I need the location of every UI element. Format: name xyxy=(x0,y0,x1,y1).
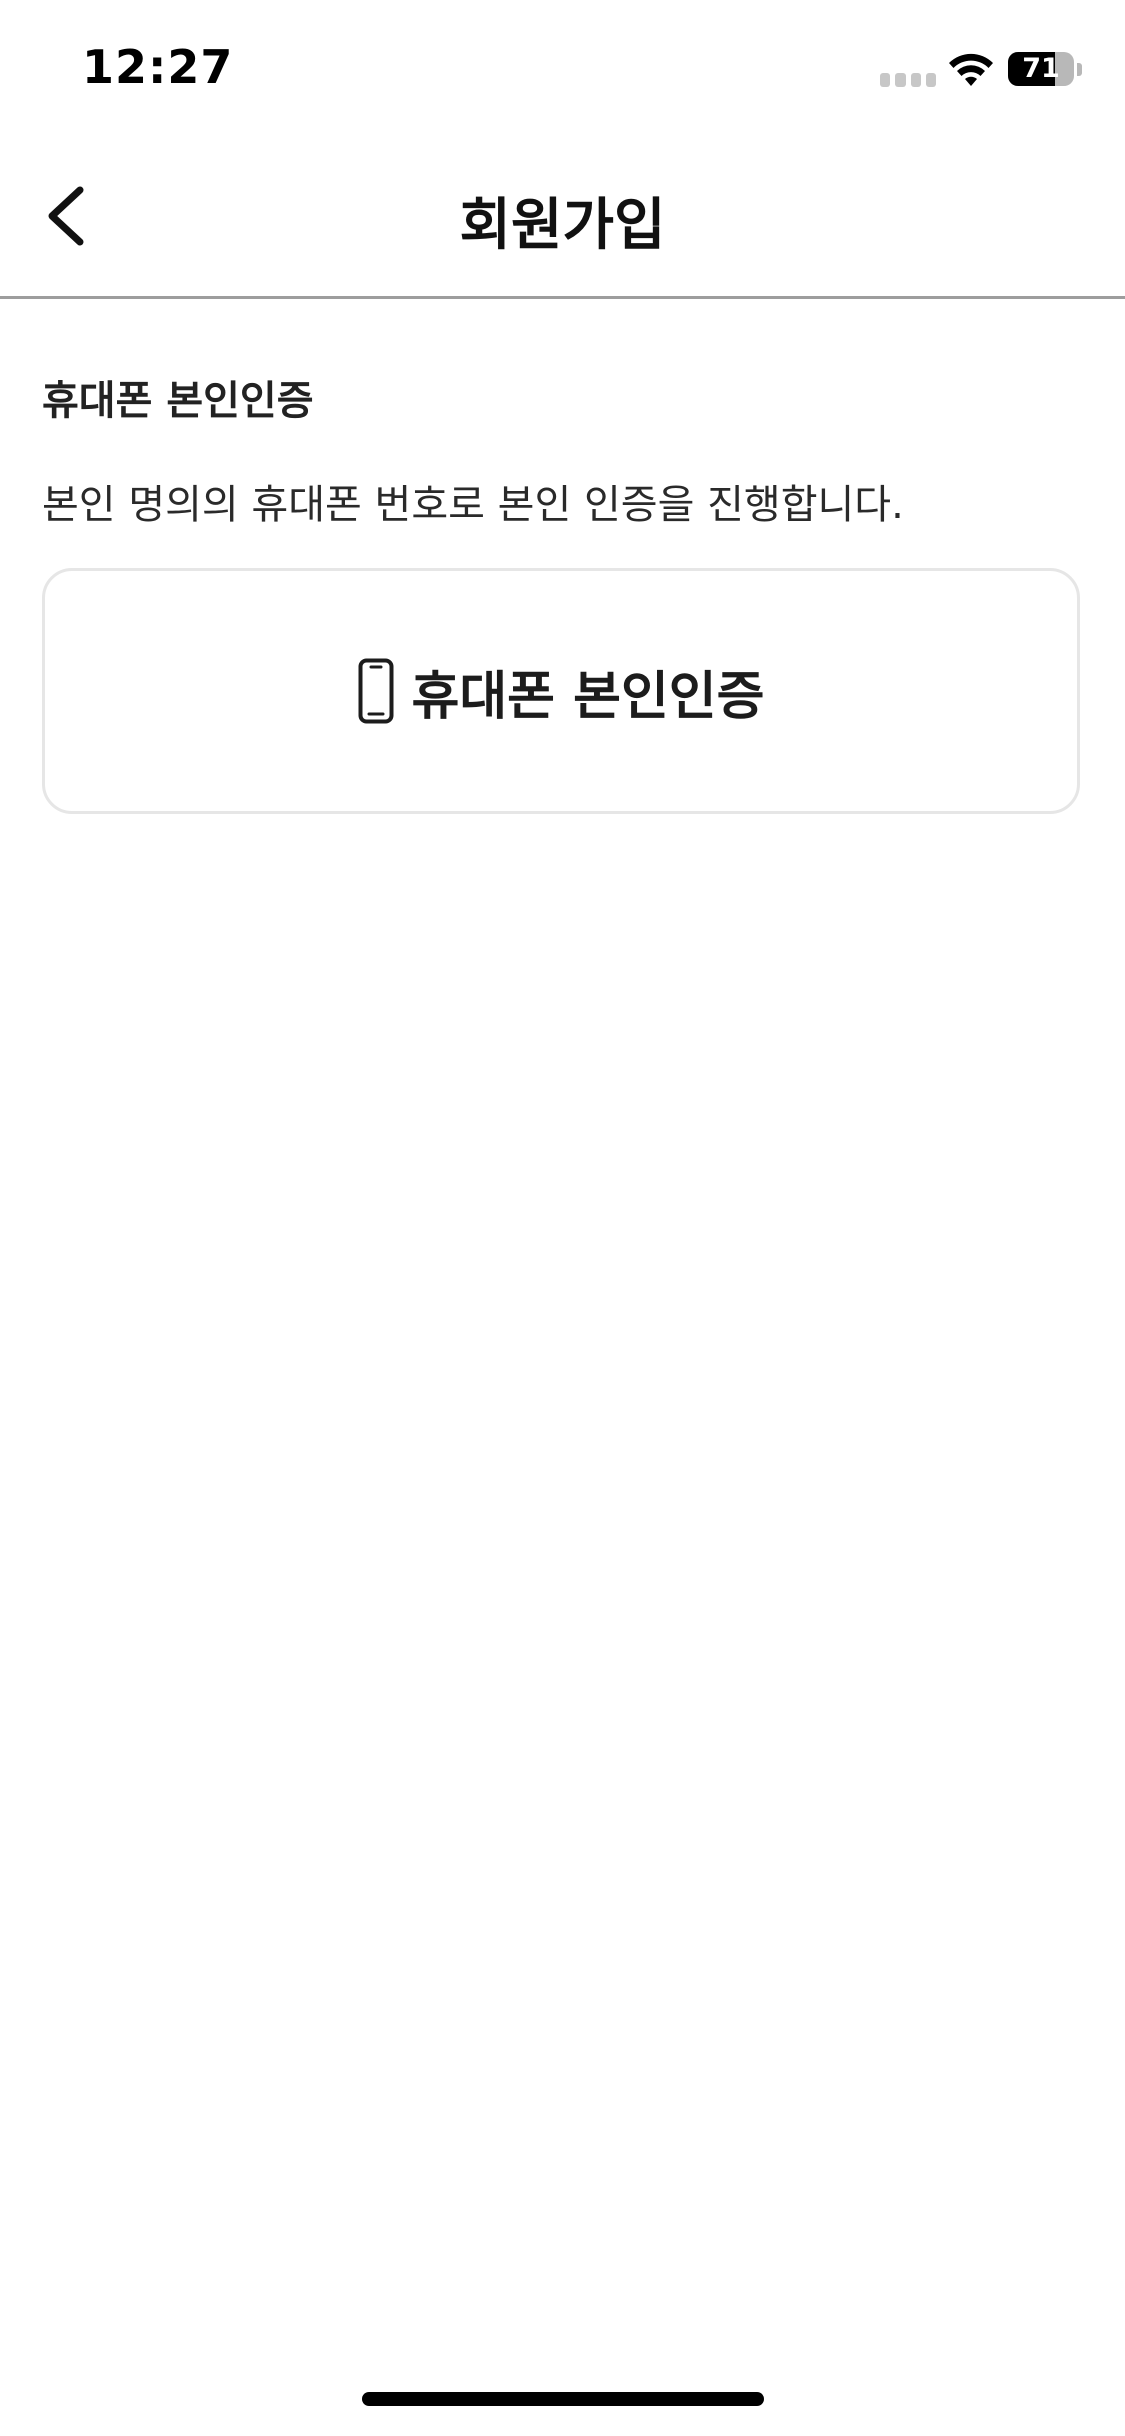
section-description: 본인 명의의 휴대폰 번호로 본인 인증을 진행합니다. xyxy=(42,482,904,528)
battery-cap xyxy=(1077,63,1082,76)
wifi-icon xyxy=(949,53,993,86)
section-title: 휴대폰 본인인증 xyxy=(42,378,314,424)
cell-signal-icon xyxy=(880,73,936,87)
home-indicator[interactable] xyxy=(362,2392,764,2406)
status-time: 12:27 xyxy=(82,40,234,94)
navigation-bar: 회원가입 xyxy=(0,140,1125,299)
status-bar: 12:27 71 xyxy=(0,0,1125,140)
battery-level: 71 xyxy=(1022,53,1060,84)
page-title: 회원가입 xyxy=(459,193,666,258)
phone-verification-button[interactable]: 휴대폰 본인인증 xyxy=(42,568,1080,814)
smartphone-icon xyxy=(358,658,393,724)
verify-button-label: 휴대폰 본인인증 xyxy=(411,666,765,727)
battery-icon: 71 xyxy=(1008,52,1074,86)
